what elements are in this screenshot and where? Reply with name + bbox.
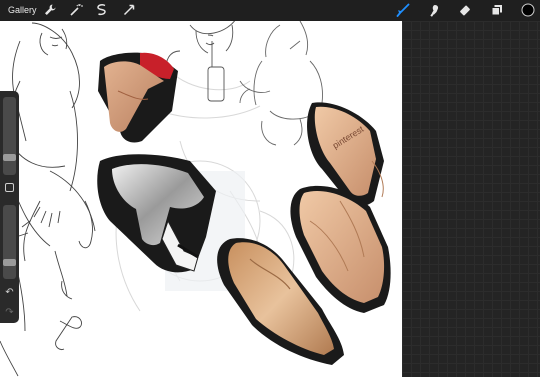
opacity-slider[interactable] (3, 205, 16, 279)
eraser-icon[interactable] (458, 2, 474, 18)
magic-wand-icon[interactable] (68, 2, 84, 18)
transform-icon[interactable] (121, 2, 137, 18)
leg-photo-red-skirt (98, 52, 178, 143)
layers-icon[interactable] (489, 2, 505, 18)
brush-size-thumb[interactable] (3, 154, 16, 161)
brush-size-slider[interactable] (3, 97, 16, 175)
selection-icon[interactable] (94, 2, 110, 18)
opacity-thumb[interactable] (3, 259, 16, 266)
leg-photo-heels (97, 154, 216, 273)
redo-icon[interactable]: ↷ (3, 307, 16, 318)
smudge-icon[interactable] (427, 2, 443, 18)
gallery-button[interactable]: Gallery (8, 4, 37, 16)
drawing-canvas[interactable]: pinterest (0, 21, 402, 377)
sketch-figure-center (166, 21, 236, 102)
artwork: pinterest (0, 21, 391, 377)
undo-icon[interactable]: ↶ (3, 287, 16, 298)
top-toolbar: Gallery (0, 0, 540, 21)
brush-icon[interactable] (395, 2, 411, 18)
workspace-background (402, 21, 540, 377)
modify-button[interactable] (5, 183, 14, 192)
color-swatch[interactable] (520, 2, 536, 18)
left-sidebar: ↶ ↷ (0, 91, 19, 323)
wrench-icon[interactable] (42, 2, 58, 18)
